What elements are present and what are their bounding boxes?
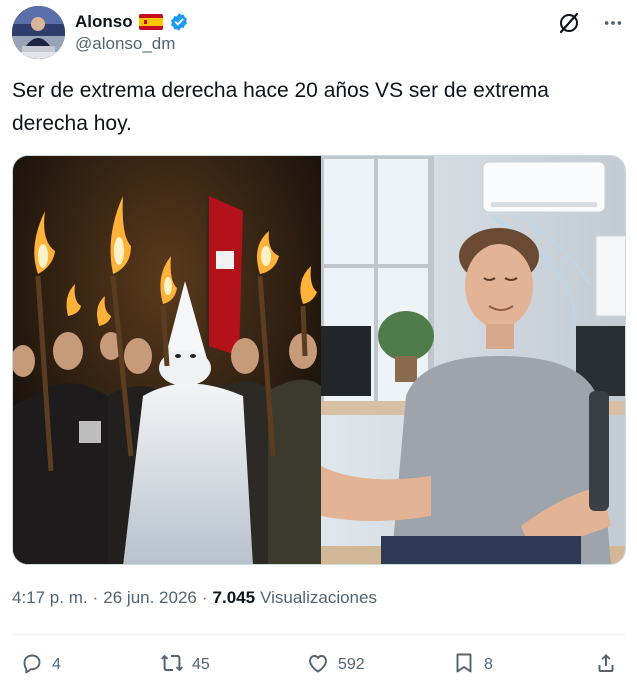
repost-icon	[160, 651, 184, 680]
tweet-actions: 4 45 592 8	[12, 648, 626, 684]
grok-icon[interactable]	[556, 10, 582, 36]
views-count: 7.045	[212, 588, 256, 607]
author-display-name[interactable]: Alonso	[75, 12, 133, 32]
bookmark-icon	[452, 651, 476, 680]
tweet-time[interactable]: 4:17 p. m.	[12, 588, 88, 608]
media-image-left[interactable]	[13, 156, 321, 564]
views-label: Visualizaciones	[260, 588, 377, 607]
like-button[interactable]: 592	[306, 648, 365, 682]
author-name-row: Alonso	[75, 12, 189, 32]
like-count: 592	[338, 656, 365, 673]
meta-separator: ·	[92, 588, 99, 607]
reply-count: 4	[52, 656, 61, 673]
author-handle[interactable]: @alonso_dm	[75, 34, 175, 54]
spain-flag-icon	[138, 14, 163, 30]
repost-count: 45	[192, 656, 210, 673]
reply-icon	[20, 651, 44, 680]
verified-badge-icon[interactable]	[169, 12, 189, 32]
tweet-meta: 4:17 p. m. · 26 jun. 2026 · 7.045 Visual…	[12, 588, 377, 608]
more-horizontal-icon[interactable]	[600, 10, 626, 36]
share-button[interactable]	[594, 648, 618, 682]
divider	[12, 634, 626, 635]
tweet-media[interactable]	[12, 155, 626, 565]
bookmark-button[interactable]: 8	[452, 648, 493, 682]
reply-button[interactable]: 4	[20, 648, 61, 682]
repost-button[interactable]: 45	[160, 648, 210, 682]
bookmark-count: 8	[484, 656, 493, 673]
tweet-header: Alonso @alonso_dm	[12, 6, 628, 60]
media-image-right[interactable]	[321, 156, 625, 564]
tweet-date[interactable]: 26 jun. 2026	[103, 588, 197, 608]
heart-icon	[306, 651, 330, 680]
author-avatar[interactable]	[12, 6, 65, 59]
meta-separator-2: ·	[201, 588, 208, 607]
tweet-text: Ser de extrema derecha hace 20 años VS s…	[12, 79, 549, 135]
top-actions	[556, 10, 626, 36]
share-icon	[594, 651, 618, 680]
